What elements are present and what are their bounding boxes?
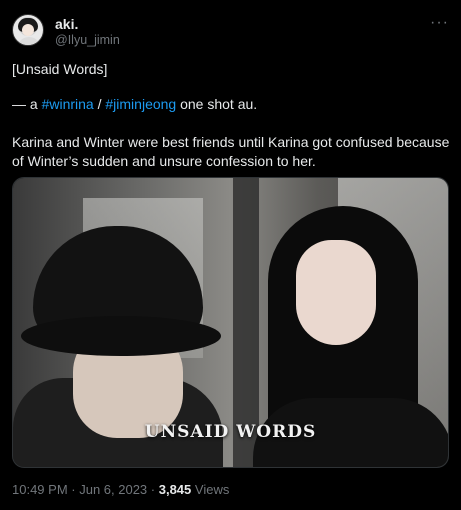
views-label: Views [191,482,230,497]
tagline-prefix: — a [12,96,42,112]
tweet-tagline: — a #winrina / #jiminjeong one shot au. [12,95,257,114]
meta-dot: · [67,482,80,497]
tagline-suffix: one shot au. [176,96,258,112]
tweet-date[interactable]: Jun 6, 2023 [79,482,147,497]
media-person-right-face [296,240,376,345]
view-count[interactable]: 3,845 [159,482,192,497]
tagline-separator: / [93,96,106,112]
tweet-media-image[interactable]: UNSAID WORDS [12,177,449,468]
avatar[interactable] [12,14,44,46]
more-horizontal-icon[interactable]: ··· [430,14,449,32]
hashtag-winrina[interactable]: #winrina [42,96,94,112]
tweet-title: [Unsaid Words] [12,61,108,77]
avatar-body [17,37,41,45]
author-name[interactable]: aki. [55,16,78,32]
tweet-time[interactable]: 10:49 PM [12,482,68,497]
hashtag-jiminjeong[interactable]: #jiminjeong [105,96,176,112]
tweet-body: Karina and Winter were best friends unti… [12,134,450,169]
tweet-header: aki. @Ilyu_jimin ··· [12,12,449,52]
tweet-meta: 10:49 PM · Jun 6, 2023 · 3,845 Views [12,482,229,497]
avatar-face [22,24,34,36]
tweet[interactable]: aki. @Ilyu_jimin ··· [Unsaid Words] — a … [0,0,461,510]
author-handle[interactable]: @Ilyu_jimin [55,33,120,47]
media-caption: UNSAID WORDS [144,422,317,442]
meta-dot: · [147,482,159,497]
media-person-left-hat-brim [21,316,221,356]
